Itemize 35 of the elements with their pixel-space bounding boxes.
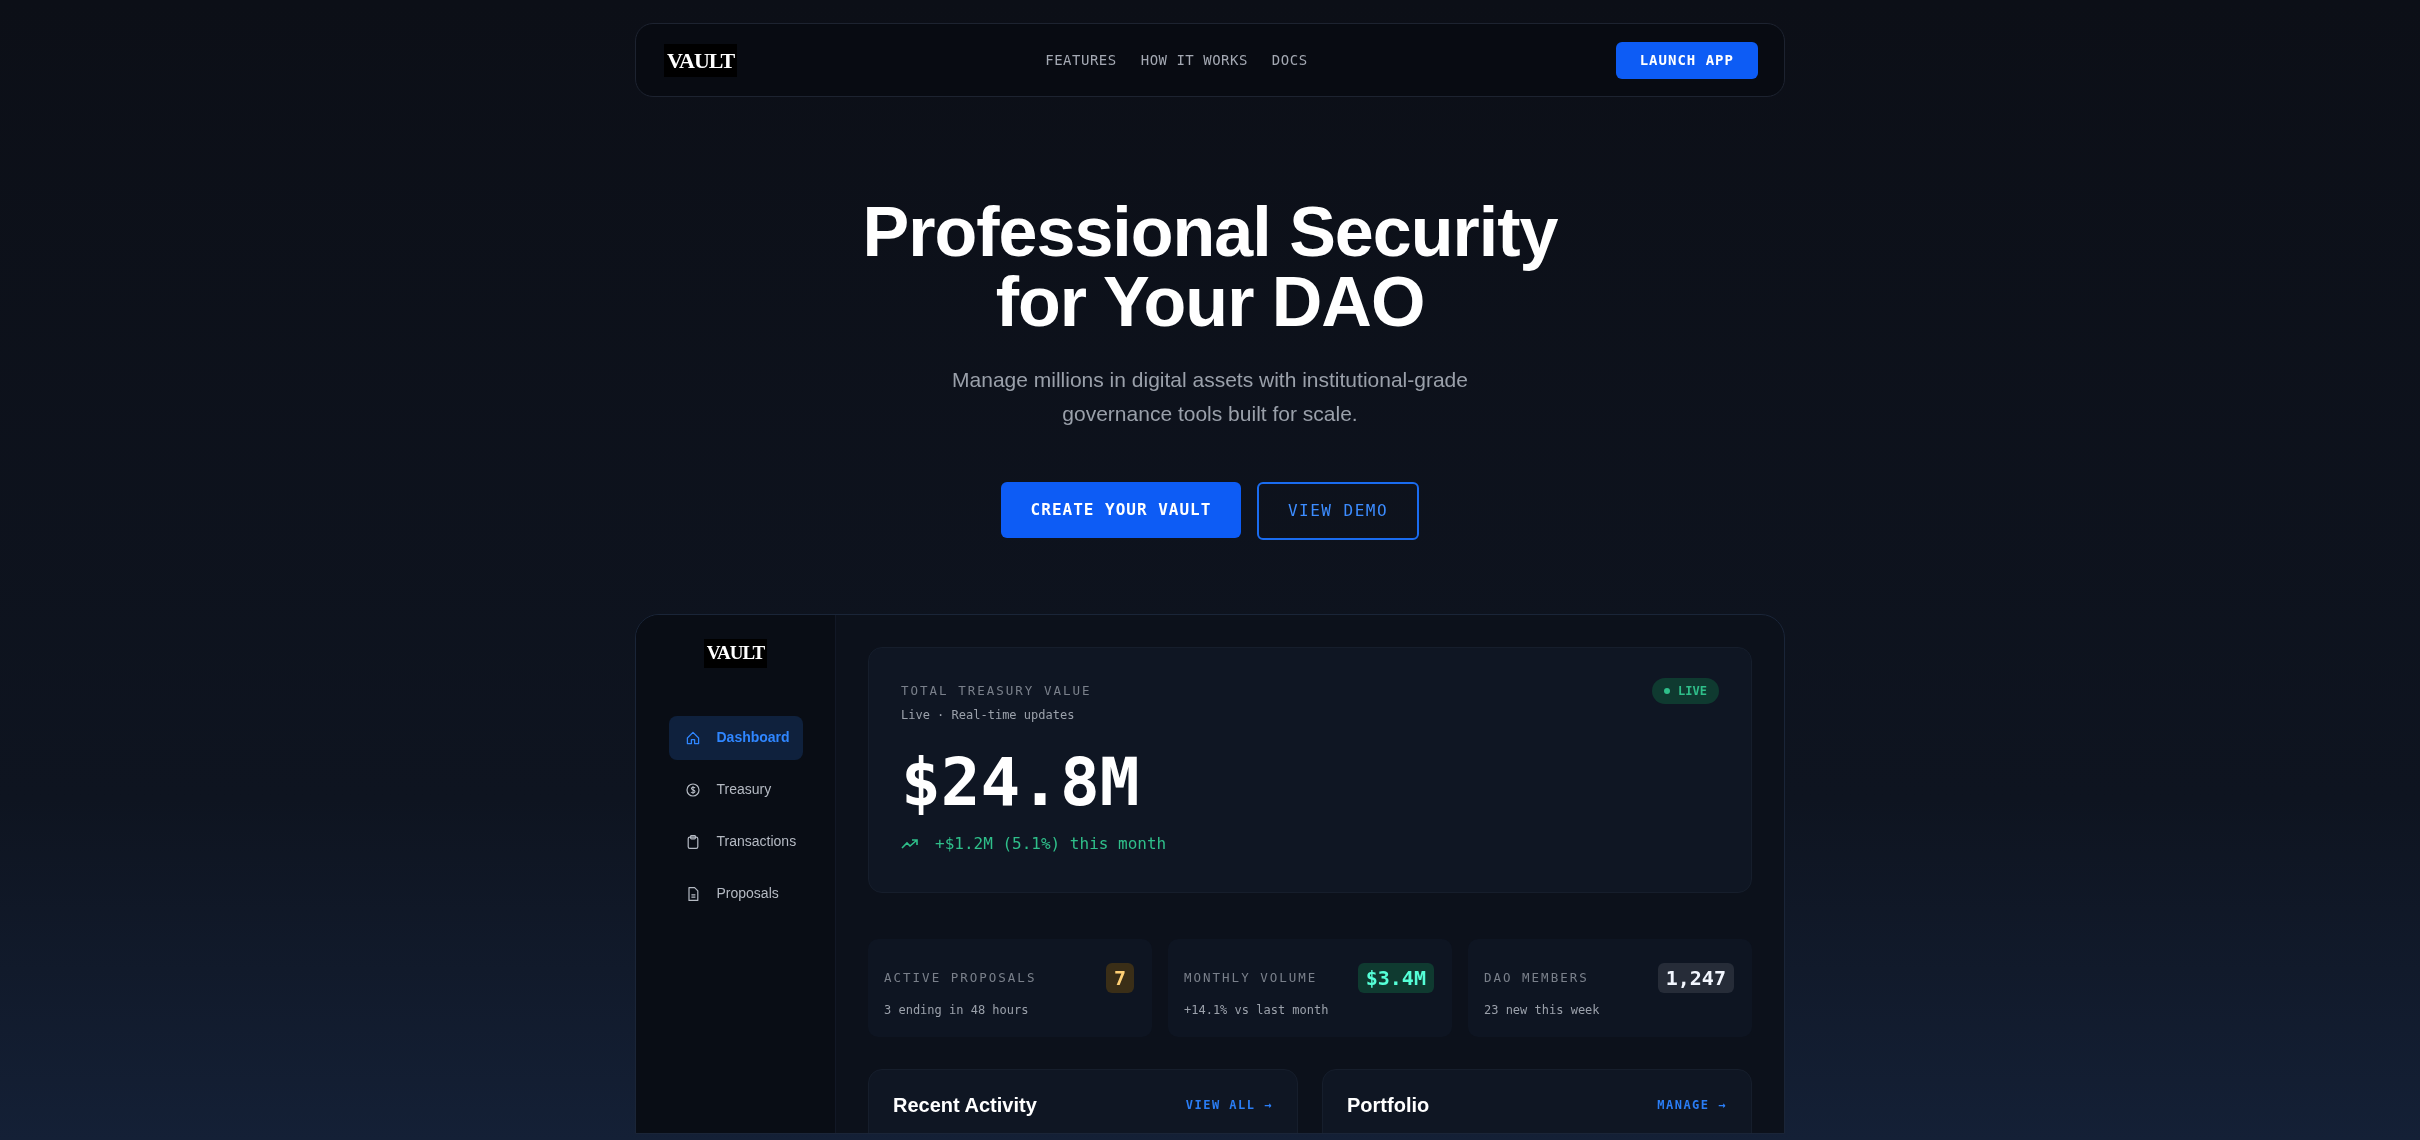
dollar-coin-icon (684, 781, 701, 798)
stat-label: DAO MEMBERS (1483, 968, 1589, 987)
live-badge: LIVE (1652, 678, 1719, 705)
hero-title: Professional Security for Your DAO (861, 197, 1559, 337)
panel-title: Portfolio (1347, 1093, 1430, 1119)
treasury-value: $24.8M (901, 750, 1141, 817)
nav-link[interactable]: FEATURES (1045, 49, 1117, 71)
sidebar-item[interactable]: Dashboard (668, 715, 803, 760)
stat-value: 7 (1105, 963, 1134, 994)
panel-title: Recent Activity (893, 1093, 1037, 1119)
change-text: +$1.2M (5.1%) this month (935, 833, 1167, 856)
stat-note: 23 new this week (1483, 1002, 1601, 1020)
nav-link[interactable]: DOCS (1271, 49, 1308, 71)
hero-subtitle: Manage millions in digital assets with institutional-grade governance tools built for scale. (951, 367, 1469, 427)
card-label: TOTAL TREASURY VALUE (901, 682, 1092, 701)
home-icon (684, 729, 701, 746)
stat-label: ACTIVE PROPOSALS (884, 968, 1037, 987)
stat-note: 3 ending in 48 hours (884, 1002, 1030, 1020)
view-demo-button[interactable]: VIEW DEMO (1257, 482, 1419, 541)
trend-up-icon (901, 838, 919, 851)
stat-value: $3.4M (1357, 963, 1434, 994)
stat-note: +14.1% vs last month (1184, 1002, 1330, 1020)
nav-link[interactable]: HOW IT WORKS (1140, 49, 1248, 71)
panel-link[interactable]: VIEW ALL → (1185, 1096, 1273, 1115)
sidebar-item[interactable]: Transactions (668, 819, 803, 864)
panel-link[interactable]: MANAGE → (1657, 1096, 1727, 1115)
create-vault-button[interactable]: CREATE YOUR VAULT (1001, 482, 1241, 539)
logo[interactable]: VAULT (664, 43, 738, 77)
launch-app-button[interactable]: LAUNCH APP (1615, 41, 1758, 79)
sidebar-item[interactable]: Treasury (668, 767, 803, 812)
stat-value: 1,247 (1657, 963, 1734, 994)
stat-label: MONTHLY VOLUME (1184, 968, 1318, 987)
logo: VAULT (703, 639, 768, 668)
sidebar-item[interactable]: Proposals (668, 871, 803, 916)
card-sublabel: Live · Real-time updates (901, 707, 1075, 725)
